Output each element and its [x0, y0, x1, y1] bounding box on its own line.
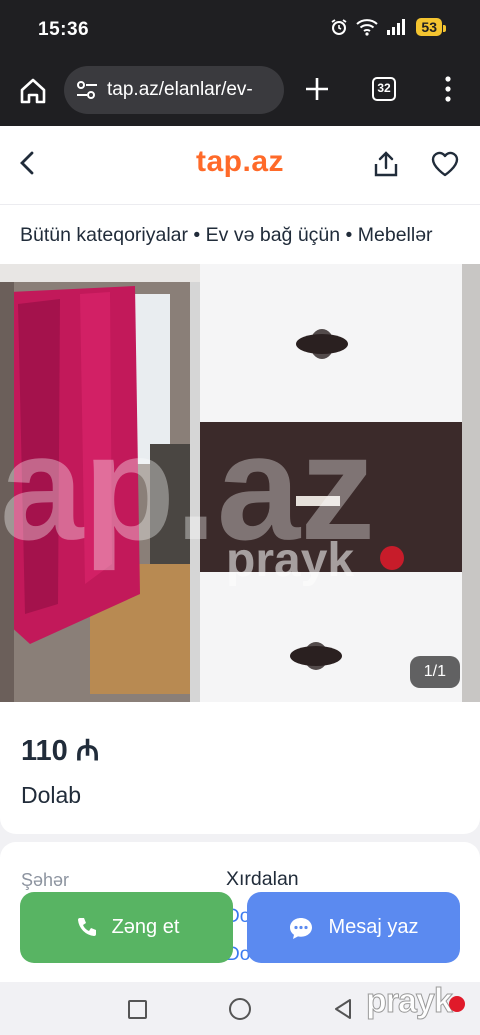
price-card: 110 ₼ Dolab	[0, 702, 480, 834]
home-icon[interactable]	[18, 76, 48, 106]
system-nav-bar: prayk	[0, 982, 480, 1035]
listing-price: 110 ₼	[21, 735, 100, 767]
message-button-label: Mesaj yaz	[328, 916, 419, 938]
site-settings-icon[interactable]	[76, 81, 98, 99]
recents-icon[interactable]	[128, 1000, 147, 1019]
site-logo[interactable]: tap.az	[0, 145, 480, 179]
brand-watermark-dot	[380, 546, 404, 570]
brand-watermark: prayk	[226, 534, 354, 587]
share-icon[interactable]	[372, 149, 400, 179]
signal-icon	[387, 19, 406, 35]
address-bar[interactable]: tap.az/elanlar/ev-	[64, 66, 284, 114]
call-button[interactable]: Zəng et	[20, 892, 233, 963]
app-header: tap.az	[0, 126, 480, 204]
status-icons: 53	[330, 18, 446, 36]
listing-photo[interactable]: ap.az prayk 1/1	[0, 264, 480, 702]
chat-bubble-icon	[290, 917, 313, 939]
new-tab-icon[interactable]	[303, 75, 331, 103]
url-text: tap.az/elanlar/ev-	[107, 79, 253, 100]
message-button[interactable]: Mesaj yaz	[247, 892, 460, 963]
photo-counter: 1/1	[409, 656, 460, 688]
listing-title: Dolab	[21, 782, 82, 808]
status-bar: 15:36 53	[0, 0, 480, 60]
wardrobe-photo: ap.az prayk	[0, 264, 480, 702]
call-button-label: Zəng et	[111, 916, 180, 938]
more-options-icon[interactable]	[444, 76, 452, 102]
tab-switcher-button[interactable]: 32	[372, 77, 396, 101]
phone-icon	[77, 917, 96, 936]
favorite-heart-icon[interactable]	[430, 150, 460, 178]
nav-back-icon[interactable]	[333, 998, 353, 1020]
browser-toolbar: tap.az/elanlar/ev- 32	[0, 60, 480, 126]
status-time: 15:36	[38, 19, 90, 40]
battery-indicator: 53	[416, 18, 446, 36]
city-label: Şəhər	[21, 870, 70, 890]
wifi-icon	[356, 19, 379, 36]
corner-watermark: prayk	[366, 982, 454, 1021]
home-circle-icon[interactable]	[229, 998, 251, 1020]
breadcrumb[interactable]: Bütün kateqoriyalar • Ev və bağ üçün • M…	[0, 204, 480, 264]
corner-watermark-dot	[449, 996, 465, 1012]
city-value: Xırdalan	[226, 868, 299, 890]
alarm-icon	[331, 19, 347, 35]
